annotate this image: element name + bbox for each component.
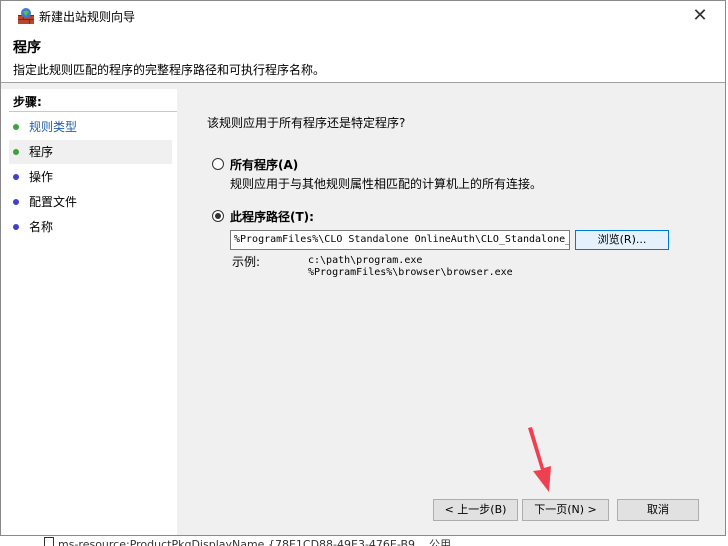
- all-programs-radio[interactable]: [212, 158, 224, 170]
- back-button[interactable]: < 上一步(B): [433, 499, 518, 521]
- page-title: 程序: [13, 40, 41, 56]
- step-action[interactable]: 操作: [9, 165, 172, 189]
- this-program-radio[interactable]: [212, 210, 224, 222]
- step-todo-dot-icon: [13, 199, 19, 205]
- this-program-label[interactable]: 此程序路径(T):: [230, 208, 314, 225]
- step-done-dot-icon: [13, 124, 19, 130]
- scope-question: 该规则应用于所有程序还是特定程序?: [207, 116, 406, 130]
- step-label: 规则类型: [29, 120, 78, 134]
- firewall-icon: [18, 8, 34, 24]
- page-subtitle: 指定此规则匹配的程序的完整程序路径和可执行程序名称。: [13, 63, 326, 77]
- steps-panel: 步骤: 规则类型 程序 操作 配置文件 名称: [1, 89, 177, 535]
- steps-divider: [9, 111, 177, 112]
- step-profile[interactable]: 配置文件: [9, 190, 172, 214]
- background-row-text: ms-resource:ProductPkgDisplayName {78E1C…: [58, 538, 451, 546]
- step-label: 名称: [29, 220, 54, 234]
- step-todo-dot-icon: [13, 174, 19, 180]
- browse-button[interactable]: 浏览(R)...: [575, 230, 669, 250]
- program-path-input[interactable]: %ProgramFiles%\CLO Standalone OnlineAuth…: [230, 230, 570, 250]
- wizard-window: 新建出站规则向导 ✕ 程序 指定此规则匹配的程序的完整程序路径和可执行程序名称。…: [0, 0, 726, 536]
- cancel-button[interactable]: 取消: [617, 499, 699, 521]
- step-current-dot-icon: [13, 149, 19, 155]
- example-path-1: c:\path\program.exe: [308, 255, 423, 266]
- background-window-row: ms-resource:ProductPkgDisplayName {78E1C…: [0, 536, 728, 546]
- close-icon[interactable]: ✕: [689, 5, 711, 27]
- step-label: 操作: [29, 170, 54, 184]
- example-label: 示例:: [232, 255, 261, 269]
- all-programs-label[interactable]: 所有程序(A): [230, 156, 298, 173]
- step-program[interactable]: 程序: [9, 140, 172, 164]
- title-bar: 新建出站规则向导 ✕: [1, 1, 725, 31]
- step-label: 程序: [29, 145, 54, 159]
- next-button[interactable]: 下一页(N) >: [522, 499, 609, 521]
- step-name[interactable]: 名称: [9, 215, 172, 239]
- window-title: 新建出站规则向导: [39, 10, 136, 24]
- checkbox-icon: [44, 537, 54, 546]
- content-panel: 该规则应用于所有程序还是特定程序? 所有程序(A) 规则应用于与其他规则属性相匹…: [177, 89, 725, 535]
- step-todo-dot-icon: [13, 224, 19, 230]
- page-header: 程序 指定此规则匹配的程序的完整程序路径和可执行程序名称。: [1, 31, 725, 83]
- example-path-2: %ProgramFiles%\browser\browser.exe: [308, 267, 513, 278]
- steps-title: 步骤:: [13, 95, 42, 109]
- step-label: 配置文件: [29, 195, 78, 209]
- step-rule-type[interactable]: 规则类型: [9, 115, 172, 139]
- all-programs-description: 规则应用于与其他规则属性相匹配的计算机上的所有连接。: [230, 177, 543, 191]
